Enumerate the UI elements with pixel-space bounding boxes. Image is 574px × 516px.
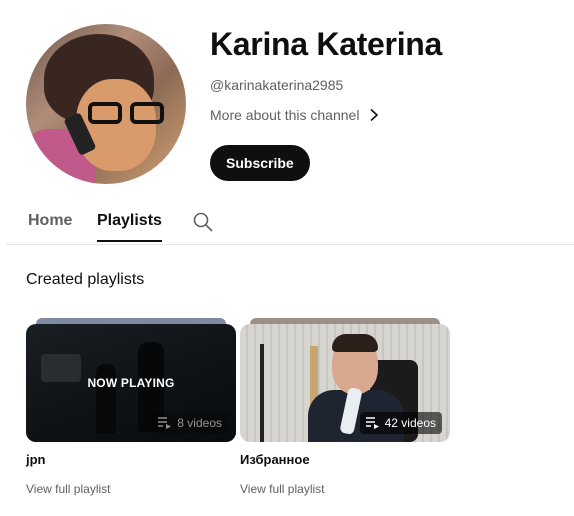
channel-tabs: Home Playlists bbox=[6, 200, 574, 245]
view-full-playlist-link[interactable]: View full playlist bbox=[240, 482, 324, 496]
playlist-title[interactable]: jpn bbox=[26, 452, 46, 467]
view-full-playlist-link[interactable]: View full playlist bbox=[26, 482, 110, 496]
avatar-glasses bbox=[88, 102, 168, 126]
thumbnail-person-hair bbox=[332, 334, 378, 352]
video-count-badge: 8 videos bbox=[152, 412, 228, 434]
channel-avatar[interactable] bbox=[26, 24, 186, 184]
chevron-right-icon bbox=[370, 108, 379, 122]
section-title: Created playlists bbox=[26, 271, 145, 288]
channel-handle: @karinakaterina2985 bbox=[210, 77, 344, 93]
playlist-thumbnail[interactable]: NOW PLAYING 8 videos bbox=[26, 324, 236, 442]
video-count-badge: 42 videos bbox=[359, 412, 442, 434]
more-about-channel-link[interactable]: More about this channel bbox=[210, 107, 381, 123]
search-icon[interactable] bbox=[192, 211, 214, 233]
playlist-icon bbox=[158, 417, 172, 429]
playlist-thumbnail[interactable]: 42 videos bbox=[240, 324, 450, 442]
now-playing-label: NOW PLAYING bbox=[87, 376, 175, 390]
video-count: 42 videos bbox=[384, 416, 436, 430]
playlist-title[interactable]: Избранное bbox=[240, 452, 310, 467]
playlist-icon bbox=[365, 417, 379, 429]
tab-home[interactable]: Home bbox=[28, 212, 72, 230]
tab-playlists[interactable]: Playlists bbox=[97, 212, 162, 242]
more-about-label: More about this channel bbox=[210, 107, 360, 123]
video-count: 8 videos bbox=[177, 416, 222, 430]
subscribe-button[interactable]: Subscribe bbox=[210, 145, 310, 181]
channel-name: Karina Katerina bbox=[210, 26, 443, 62]
thumbnail-tripod bbox=[260, 344, 264, 442]
